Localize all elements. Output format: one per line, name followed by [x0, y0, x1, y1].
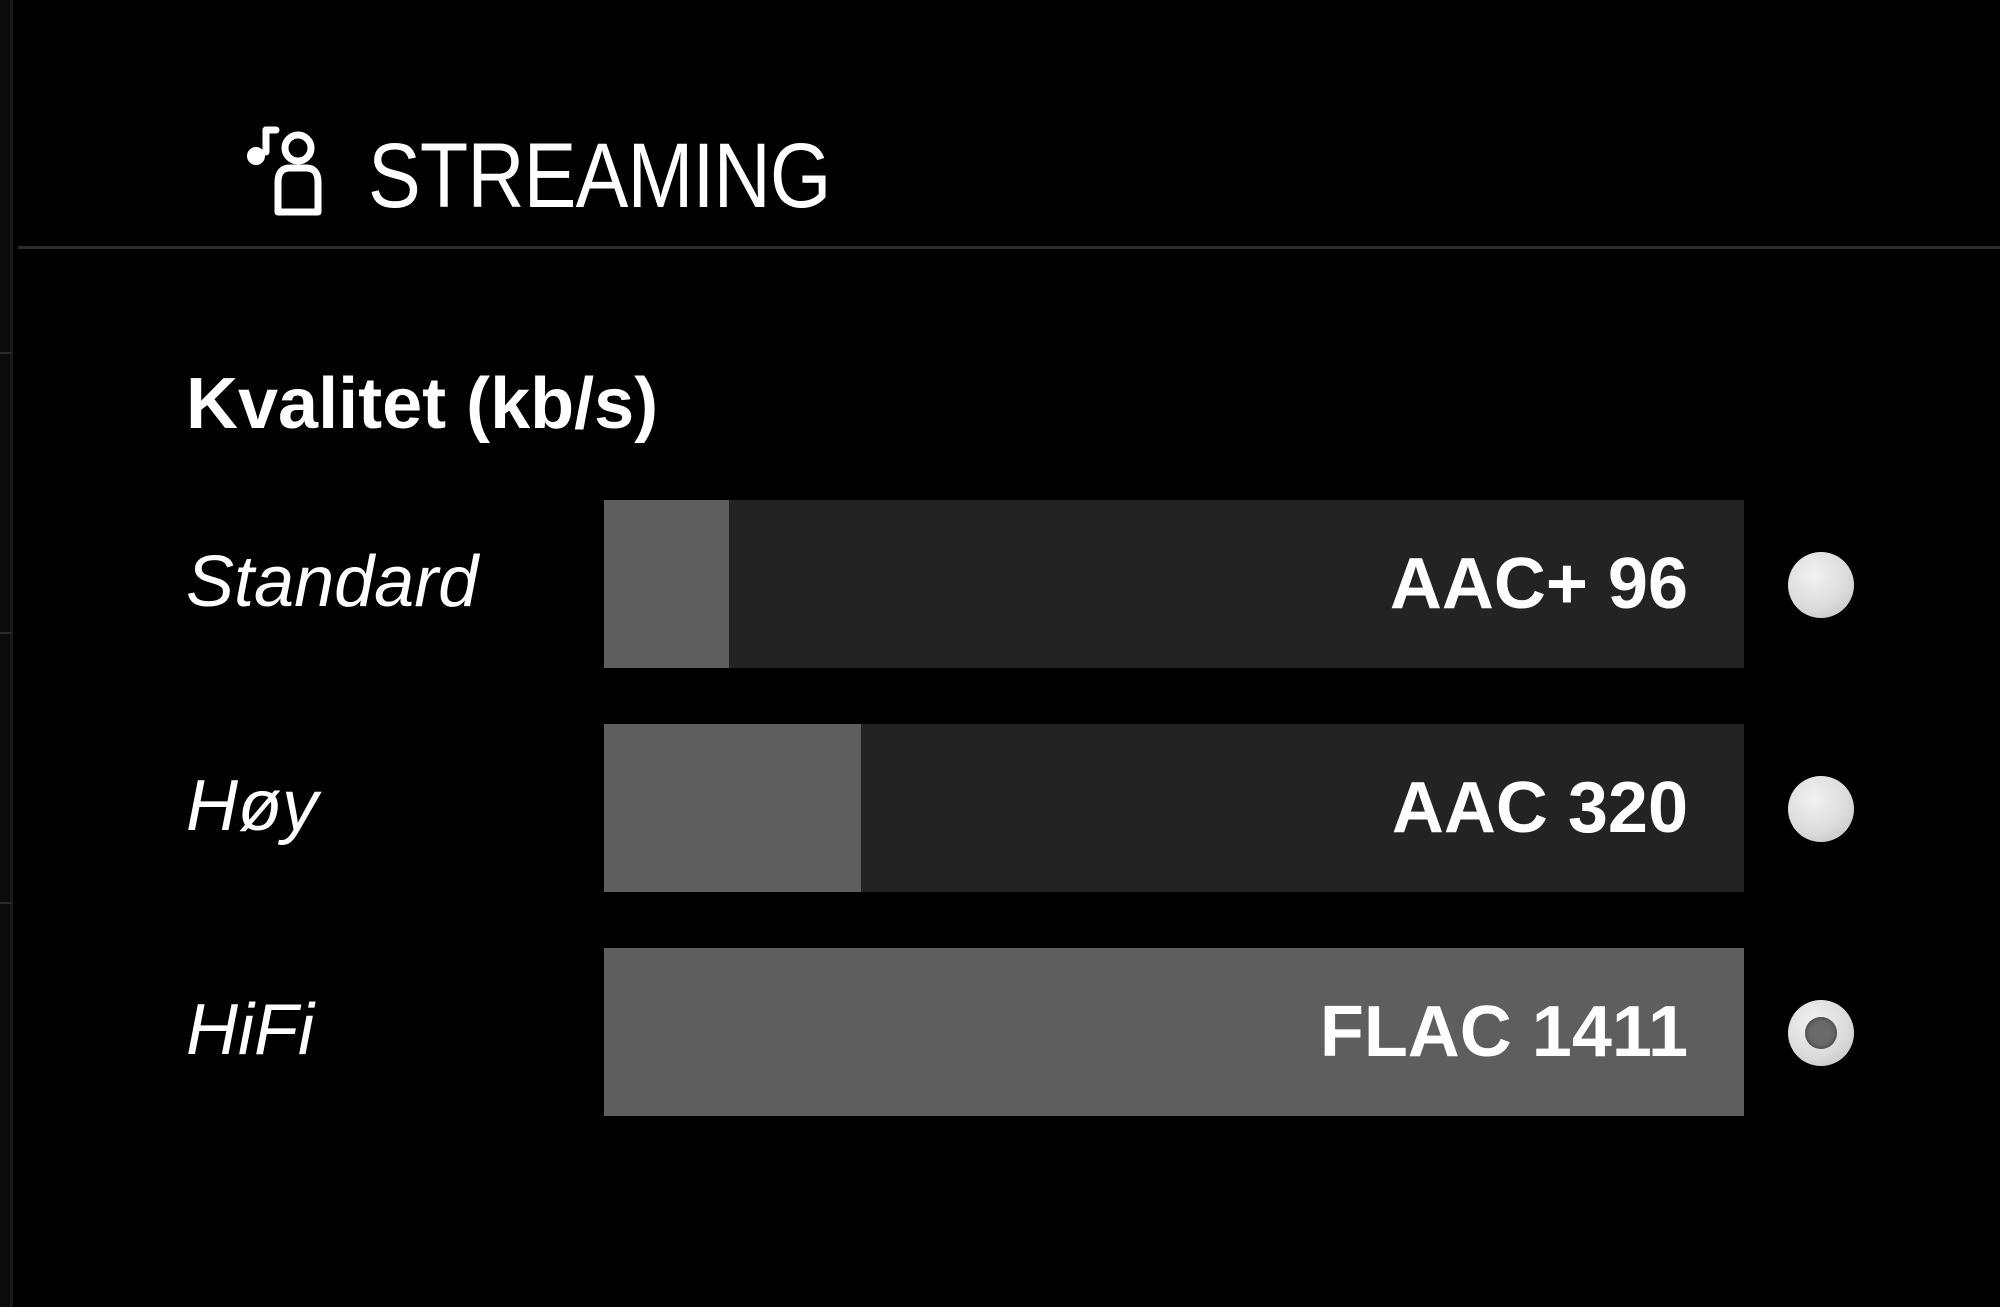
- quality-radio-hoy[interactable]: [1788, 776, 1854, 842]
- streaming-settings-panel: STREAMING Kvalitet (kb/s) Standard AAC+ 9…: [0, 0, 2000, 1307]
- quality-radio-hifi[interactable]: [1788, 1000, 1854, 1066]
- left-border-tick: [0, 902, 12, 904]
- quality-heading: Kvalitet (kb/s): [186, 364, 659, 444]
- quality-option-hifi[interactable]: HiFi FLAC 1411: [0, 948, 2000, 1116]
- quality-option-hoy[interactable]: Høy AAC 320: [0, 724, 2000, 892]
- left-border-tick: [0, 352, 12, 354]
- music-user-icon: [232, 124, 328, 220]
- bitrate-value: FLAC 1411: [1319, 992, 1688, 1072]
- header-divider: [18, 246, 2000, 249]
- quality-radio-standard[interactable]: [1788, 552, 1854, 618]
- section-header: STREAMING: [0, 0, 2000, 248]
- section-title-streaming: STREAMING: [368, 125, 831, 227]
- bitrate-bar-fill: [604, 724, 861, 892]
- bitrate-value: AAC+ 96: [1389, 544, 1688, 624]
- quality-option-label: HiFi: [186, 990, 314, 1070]
- bitrate-bar-fill: [604, 500, 729, 668]
- bitrate-bar: AAC 320: [604, 724, 1744, 892]
- bitrate-bar: FLAC 1411: [604, 948, 1744, 1116]
- bitrate-bar: AAC+ 96: [604, 500, 1744, 668]
- quality-option-standard[interactable]: Standard AAC+ 96: [0, 500, 2000, 668]
- quality-option-label: Standard: [186, 542, 479, 622]
- quality-option-label: Høy: [186, 766, 318, 846]
- bitrate-value: AAC 320: [1391, 768, 1688, 848]
